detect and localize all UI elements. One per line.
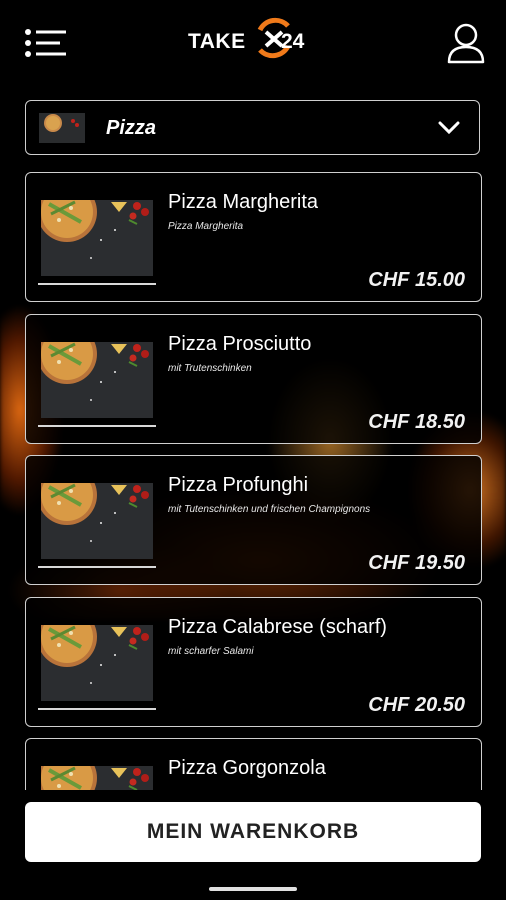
pizza-image xyxy=(41,341,153,418)
image-underline xyxy=(38,424,156,427)
product-price: CHF 19.50 xyxy=(368,552,465,574)
product-card[interactable]: Pizza Gorgonzola xyxy=(25,738,482,790)
pizza-image xyxy=(41,766,153,790)
logo-text: TAKE xyxy=(188,30,246,53)
user-profile-icon[interactable] xyxy=(446,22,486,64)
product-price: CHF 20.50 xyxy=(368,693,465,716)
product-name: Pizza Profunghi xyxy=(168,474,309,496)
category-selector[interactable]: Pizza xyxy=(25,100,480,155)
home-indicator xyxy=(209,887,297,891)
take24-logo: TAKE 24 xyxy=(188,14,320,70)
pizza-image xyxy=(41,624,153,701)
product-description: mit Tutenschinken und frischen Champigno… xyxy=(168,504,371,515)
product-name: Pizza Gorgonzola xyxy=(168,757,326,779)
product-price: CHF 18.50 xyxy=(368,410,465,433)
logo-number: 24 xyxy=(281,30,305,53)
category-label: Pizza xyxy=(106,117,157,139)
product-description: mit scharfer Salami xyxy=(168,645,254,657)
product-price: CHF 15.00 xyxy=(368,269,465,291)
product-description: mit Trutenschinken xyxy=(168,362,252,374)
product-name: Pizza Margherita xyxy=(168,191,319,213)
pizza-image xyxy=(41,200,153,276)
product-name: Pizza Calabrese (scharf) xyxy=(168,615,387,638)
product-card[interactable]: Pizza Calabrese (scharf) mit scharfer Sa… xyxy=(25,596,482,727)
image-underline xyxy=(38,566,156,568)
app-header: TAKE 24 xyxy=(0,0,506,90)
image-underline xyxy=(38,283,156,285)
menu-icon[interactable] xyxy=(24,28,68,58)
product-name: Pizza Prosciutto xyxy=(168,332,312,355)
pizza-image xyxy=(41,483,153,559)
chevron-down-icon xyxy=(438,121,460,135)
cart-button[interactable]: MEIN WARENKORB xyxy=(25,802,481,862)
product-card[interactable]: Pizza Prosciutto mit Trutenschinken CHF … xyxy=(25,313,482,444)
category-thumbnail xyxy=(39,113,85,143)
product-list: Pizza Margherita Pizza Margherita CHF 15… xyxy=(25,172,483,790)
product-description: Pizza Margherita xyxy=(168,221,244,232)
image-underline xyxy=(38,707,156,710)
product-card[interactable]: Pizza Margherita Pizza Margherita CHF 15… xyxy=(25,172,482,302)
product-card[interactable]: Pizza Profunghi mit Tutenschinken und fr… xyxy=(25,455,482,585)
